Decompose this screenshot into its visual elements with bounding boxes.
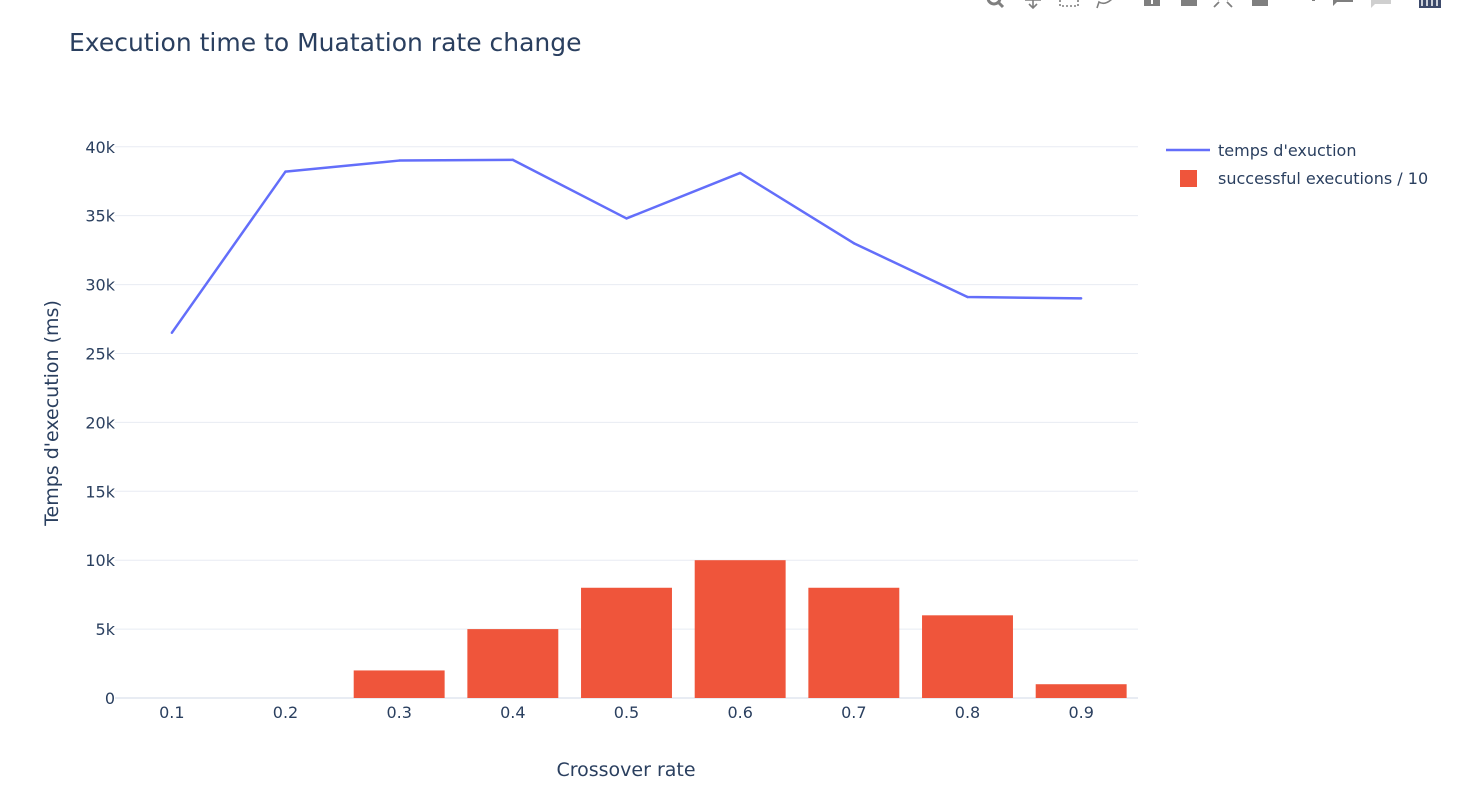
line-point[interactable] [625, 217, 628, 220]
y-tick-label: 30k [85, 276, 115, 295]
y-axis-ticks: 0 5k 10k 15k 20k 25k 30k 35k 40k [85, 138, 115, 708]
bar[interactable] [353, 670, 445, 698]
line-point[interactable] [284, 170, 287, 173]
bar[interactable] [1035, 684, 1127, 698]
x-tick-label: 0.8 [955, 703, 980, 722]
x-axis-title: Crossover rate [556, 759, 695, 781]
legend-label: temps d'exuction [1218, 141, 1356, 160]
y-tick-label: 10k [85, 551, 115, 570]
x-axis-ticks: 0.1 0.2 0.3 0.4 0.5 0.6 0.7 0.8 0.9 [159, 703, 1094, 722]
bar[interactable] [922, 615, 1013, 698]
bar[interactable] [581, 587, 672, 698]
bar[interactable] [467, 629, 559, 698]
legend[interactable]: temps d'exuction successful executions / … [1166, 141, 1428, 188]
y-tick-label: 15k [85, 482, 115, 501]
bar[interactable] [694, 560, 786, 698]
chart: 0 5k 10k 15k 20k 25k 30k 35k 40k 0.1 0.2 0.3 0.4 0.5… [41, 138, 1428, 781]
bar[interactable] [808, 587, 900, 698]
x-tick-label: 0.4 [500, 703, 525, 722]
line-series [170, 158, 1083, 335]
legend-bar-swatch [1180, 170, 1197, 187]
x-tick-label: 0.6 [727, 703, 752, 722]
y-tick-label: 20k [85, 413, 115, 432]
bar-series [353, 560, 1127, 698]
line-point[interactable] [738, 171, 742, 175]
x-tick-label: 0.7 [841, 703, 866, 722]
y-tick-label: 40k [85, 138, 115, 157]
line-path[interactable] [170, 158, 1082, 334]
x-tick-label: 0.5 [614, 703, 639, 722]
x-tick-label: 0.1 [159, 703, 184, 722]
legend-label: successful executions / 10 [1218, 169, 1428, 188]
legend-item-bar[interactable]: successful executions / 10 [1180, 169, 1428, 188]
x-tick-label: 0.9 [1068, 703, 1093, 722]
y-tick-label: 35k [85, 207, 115, 226]
y-axis-title: Temps d'execution (ms) [41, 300, 63, 527]
y-tick-label: 0 [105, 689, 115, 708]
x-tick-label: 0.2 [273, 703, 298, 722]
line-point[interactable] [1079, 297, 1083, 300]
y-tick-label: 25k [85, 344, 115, 363]
line-point[interactable] [397, 159, 401, 162]
legend-item-line[interactable]: temps d'exuction [1166, 141, 1356, 160]
x-tick-label: 0.3 [386, 703, 411, 722]
line-point[interactable] [511, 158, 515, 162]
y-tick-label: 5k [96, 620, 116, 639]
line-point[interactable] [966, 295, 969, 299]
line-point[interactable] [170, 331, 174, 335]
line-point[interactable] [852, 242, 856, 245]
